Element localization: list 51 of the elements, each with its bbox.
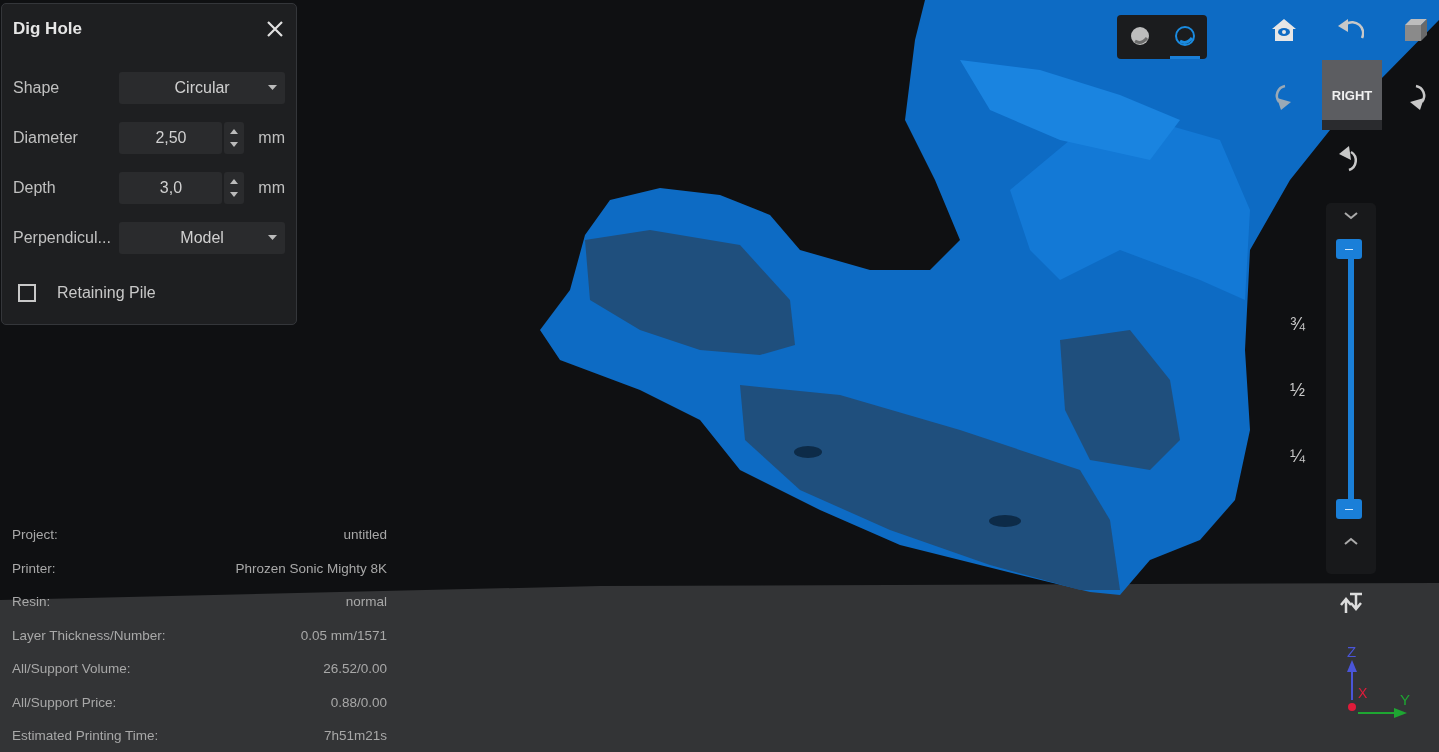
caret-icon <box>268 235 277 240</box>
spin-buttons[interactable] <box>224 122 245 154</box>
close-icon[interactable] <box>265 19 285 39</box>
slider-tick-label: ¾ <box>1290 314 1305 335</box>
slider-handle[interactable] <box>1336 239 1362 259</box>
info-label: Resin: <box>12 594 51 609</box>
dropdown[interactable]: Model <box>119 222 285 254</box>
info-label: Project: <box>12 527 58 542</box>
spin-buttons[interactable] <box>224 172 245 204</box>
chevron-up-icon[interactable] <box>1344 537 1358 545</box>
slider-tick-label: ¼ <box>1290 446 1305 467</box>
info-value: 0.88/0.00 <box>330 694 387 710</box>
info-label: Estimated Printing Time: <box>12 728 159 743</box>
x-axis-point <box>1348 703 1356 711</box>
info-value: 26.52/0.00 <box>323 661 387 676</box>
info-label: Layer Thickness/Number: <box>12 627 166 643</box>
panel-title: Dig Hole <box>13 19 82 39</box>
checkbox[interactable] <box>18 284 36 302</box>
info-value: untitled <box>343 527 387 542</box>
number-field[interactable]: 3,0 <box>119 172 223 204</box>
info-value: 7h51m21s <box>323 728 387 743</box>
chevron-down-icon[interactable] <box>1344 212 1358 220</box>
cube-icon[interactable] <box>1404 18 1428 42</box>
unit-label: mm <box>258 129 285 147</box>
z-axis-arrow <box>1347 660 1357 701</box>
number-field[interactable]: 2,50 <box>119 122 223 154</box>
slider-tick-label: ½ <box>1290 380 1305 401</box>
field-label: Perpendicul... <box>13 229 112 247</box>
sphere-icon <box>1173 24 1196 47</box>
axis-label: X <box>1358 685 1368 701</box>
field-label: Shape <box>13 79 61 97</box>
info-label: All/Support Volume: <box>12 661 131 676</box>
sphere-icon <box>1128 24 1151 47</box>
dropdown[interactable]: Circular <box>119 72 285 104</box>
axis-label: Y <box>1400 691 1410 708</box>
slider-handle[interactable] <box>1336 499 1362 519</box>
checkbox-label: Retaining Pile <box>57 284 156 302</box>
info-value: Phrozen Sonic Mighty 8K <box>235 560 387 576</box>
y-axis-arrow <box>1357 708 1407 718</box>
info-label: All/Support Price: <box>12 694 117 710</box>
caret-icon <box>268 85 277 90</box>
home-view-icon[interactable] <box>1271 18 1297 42</box>
layer-height-icon[interactable] <box>1340 592 1362 614</box>
info-label: Printer: <box>12 560 56 576</box>
axis-label: Z <box>1347 643 1357 660</box>
field-label: Diameter <box>13 129 79 147</box>
unit-label: mm <box>258 179 285 197</box>
field-label: Depth <box>13 179 57 197</box>
info-value: 0.05 mm/1571 <box>300 627 387 643</box>
view-cube[interactable]: RIGHT <box>1322 60 1382 130</box>
info-value: normal <box>345 594 387 609</box>
